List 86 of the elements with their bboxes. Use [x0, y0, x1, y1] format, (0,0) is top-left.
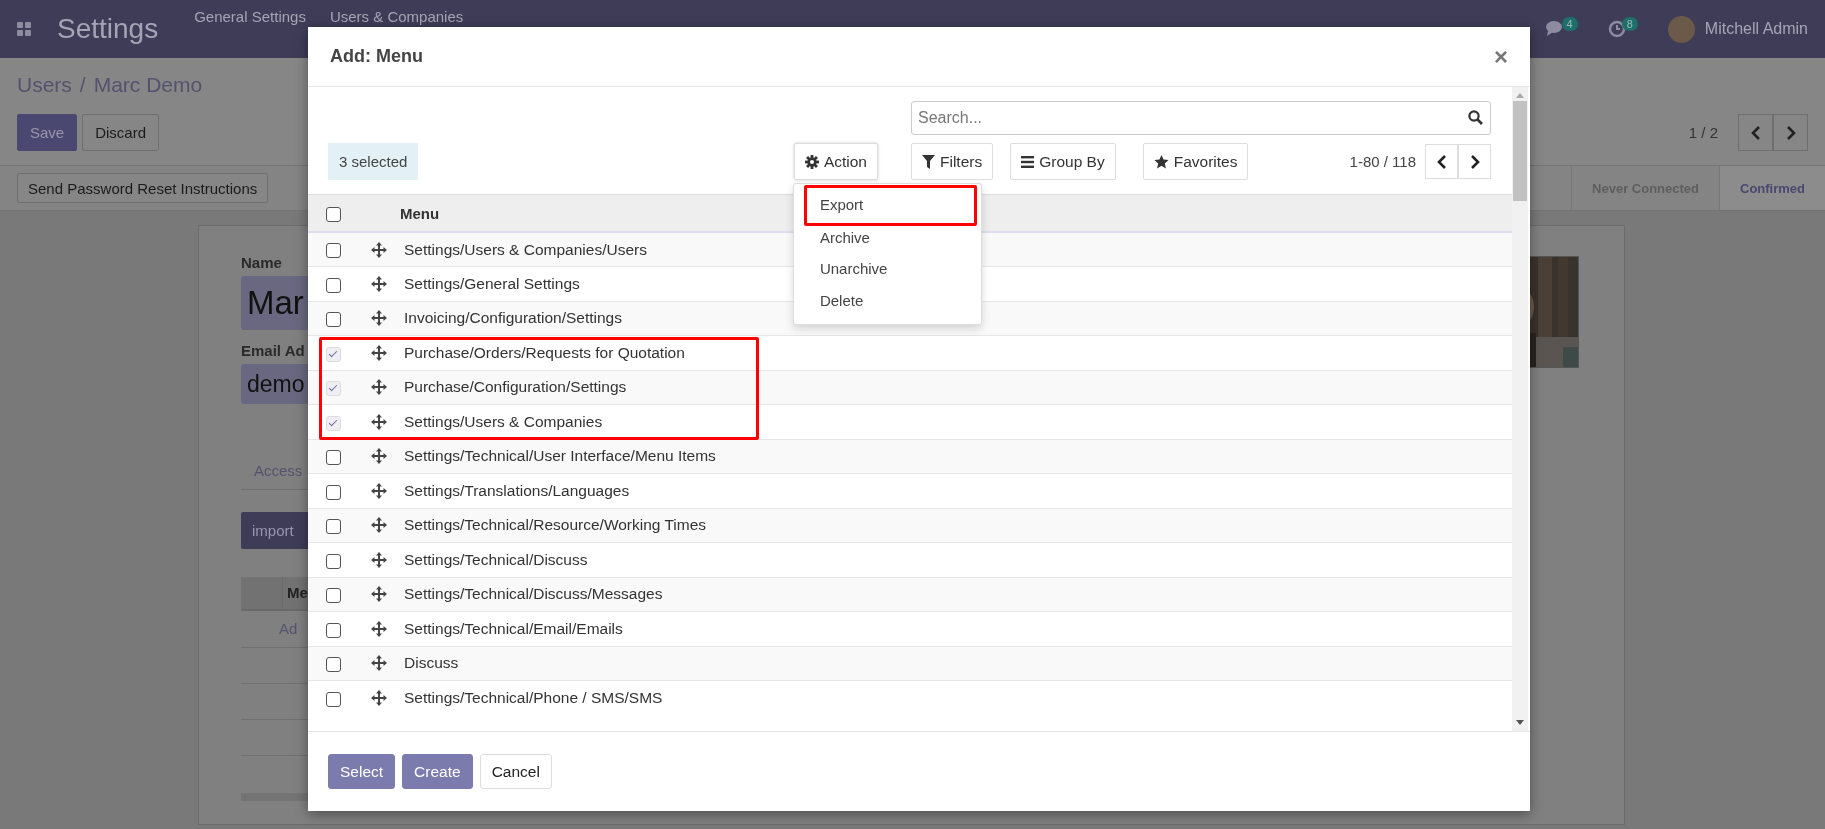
move-icon[interactable] — [371, 448, 387, 465]
discard-button[interactable]: Discard — [82, 114, 160, 151]
table-footer-bar — [241, 793, 308, 801]
checkbox[interactable] — [325, 657, 341, 672]
column-header[interactable]: Menu — [400, 204, 440, 222]
menu-item[interactable]: Delete — [793, 284, 981, 316]
message-count-badge: 4 — [1561, 17, 1578, 31]
table-cell-text: Settings/Technical/Discuss — [403, 550, 588, 568]
group-by-button[interactable]: Group By — [1010, 143, 1116, 180]
action-button[interactable]: Action — [793, 143, 878, 180]
move-icon[interactable] — [371, 344, 387, 361]
checkbox[interactable] — [325, 691, 341, 707]
search-icon[interactable] — [1468, 110, 1483, 125]
app-title: Settings — [57, 13, 159, 45]
checkbox[interactable] — [325, 277, 341, 293]
primary-button[interactable]: Create — [402, 754, 473, 789]
cancel-button[interactable]: Cancel — [479, 754, 552, 789]
dialog-title: Add: Menu — [330, 46, 423, 67]
move-icon[interactable] — [371, 413, 387, 430]
list-icon — [1021, 155, 1035, 168]
table-cell-text: Settings/General Settings — [403, 274, 580, 292]
menu-item[interactable]: Export — [803, 185, 977, 226]
table-cell-text: Settings/Technical/Discuss/Messages — [403, 585, 663, 603]
pager-text: 1-80 / 118 — [1349, 153, 1416, 170]
checkbox[interactable] — [325, 450, 341, 465]
chevron-left-icon — [1750, 125, 1761, 140]
field-label: Name — [241, 254, 283, 271]
table-cell-text: Purchase/Orders/Requests for Quotation — [403, 343, 685, 361]
close-button[interactable]: × — [1494, 42, 1508, 71]
move-icon[interactable] — [371, 310, 387, 327]
primary-button[interactable]: Select — [328, 754, 396, 789]
apps-icon[interactable] — [17, 22, 31, 36]
checkbox[interactable] — [325, 553, 341, 569]
table-cell-text: Settings/Translations/Languages — [403, 481, 630, 499]
nav-menu-item[interactable]: General Settings — [194, 8, 306, 25]
table-cell-text: Settings/Technical/Email/Emails — [403, 619, 623, 637]
field-label: Email Ad — [241, 342, 306, 359]
gear-icon — [804, 154, 819, 169]
move-icon[interactable] — [371, 551, 387, 568]
import-button[interactable]: import — [241, 512, 308, 549]
save-button[interactable]: Save — [17, 114, 78, 151]
nav-menu-item[interactable]: Users & Companies — [329, 8, 464, 25]
favorites-button[interactable]: Favorites — [1142, 143, 1249, 180]
table-cell-text: Settings/Technical/User Interface/Menu Items — [403, 447, 716, 465]
move-icon[interactable] — [371, 275, 387, 292]
table-cell-text: Settings/Technical/Resource/Working Times — [403, 516, 707, 534]
move-icon[interactable] — [371, 586, 387, 603]
filters-button[interactable]: Filters — [911, 143, 994, 180]
checkbox[interactable] — [325, 243, 341, 259]
table-cell-text: Settings/Users & Companies/Users — [403, 240, 647, 258]
activity-count-badge: 8 — [1621, 17, 1638, 31]
input-field[interactable]: demo — [241, 364, 308, 404]
star-icon — [1153, 154, 1169, 169]
checkbox[interactable] — [325, 484, 341, 500]
clock-icon[interactable] — [1607, 20, 1626, 38]
filter-icon — [922, 154, 935, 169]
chevron-right-icon — [1785, 125, 1796, 140]
breadcrumb-separator: / — [79, 73, 86, 97]
chevron-left-icon — [1436, 154, 1447, 169]
move-icon[interactable] — [371, 379, 387, 396]
status-stage[interactable]: Confirmed — [1719, 166, 1825, 210]
move-icon[interactable] — [371, 241, 387, 258]
move-icon[interactable] — [371, 655, 387, 672]
menu-item[interactable]: Unarchive — [793, 253, 981, 285]
column-header: Me — [282, 577, 308, 609]
checkbox[interactable] — [325, 206, 341, 222]
table-cell-text: Discuss — [403, 654, 459, 672]
table-cell-text: Invoicing/Configuration/Settings — [403, 309, 622, 327]
chevron-right-icon — [1469, 154, 1480, 169]
table-cell-text: Purchase/Configuration/Settings — [403, 378, 627, 396]
checkbox[interactable] — [325, 312, 341, 327]
checkbox[interactable] — [325, 588, 341, 603]
reset-password-button[interactable]: Send Password Reset Instructions — [17, 173, 269, 203]
move-icon[interactable] — [371, 690, 387, 706]
checkbox[interactable] — [325, 519, 341, 534]
input-field[interactable]: Mar — [241, 276, 308, 330]
search-field[interactable]: Search... — [911, 101, 1491, 135]
table-cell-text: Settings/Users & Companies — [403, 412, 603, 430]
move-icon[interactable] — [371, 517, 387, 534]
selection-count: 3 selected — [328, 143, 419, 180]
pager-text: 1 / 2 — [1688, 124, 1718, 141]
checkbox[interactable] — [325, 622, 341, 638]
move-icon[interactable] — [371, 482, 387, 499]
user-name[interactable]: Mitchell Admin — [1704, 20, 1808, 38]
move-icon[interactable] — [371, 620, 387, 637]
table-cell-text: Settings/Technical/Phone / SMS/SMS — [403, 689, 663, 706]
